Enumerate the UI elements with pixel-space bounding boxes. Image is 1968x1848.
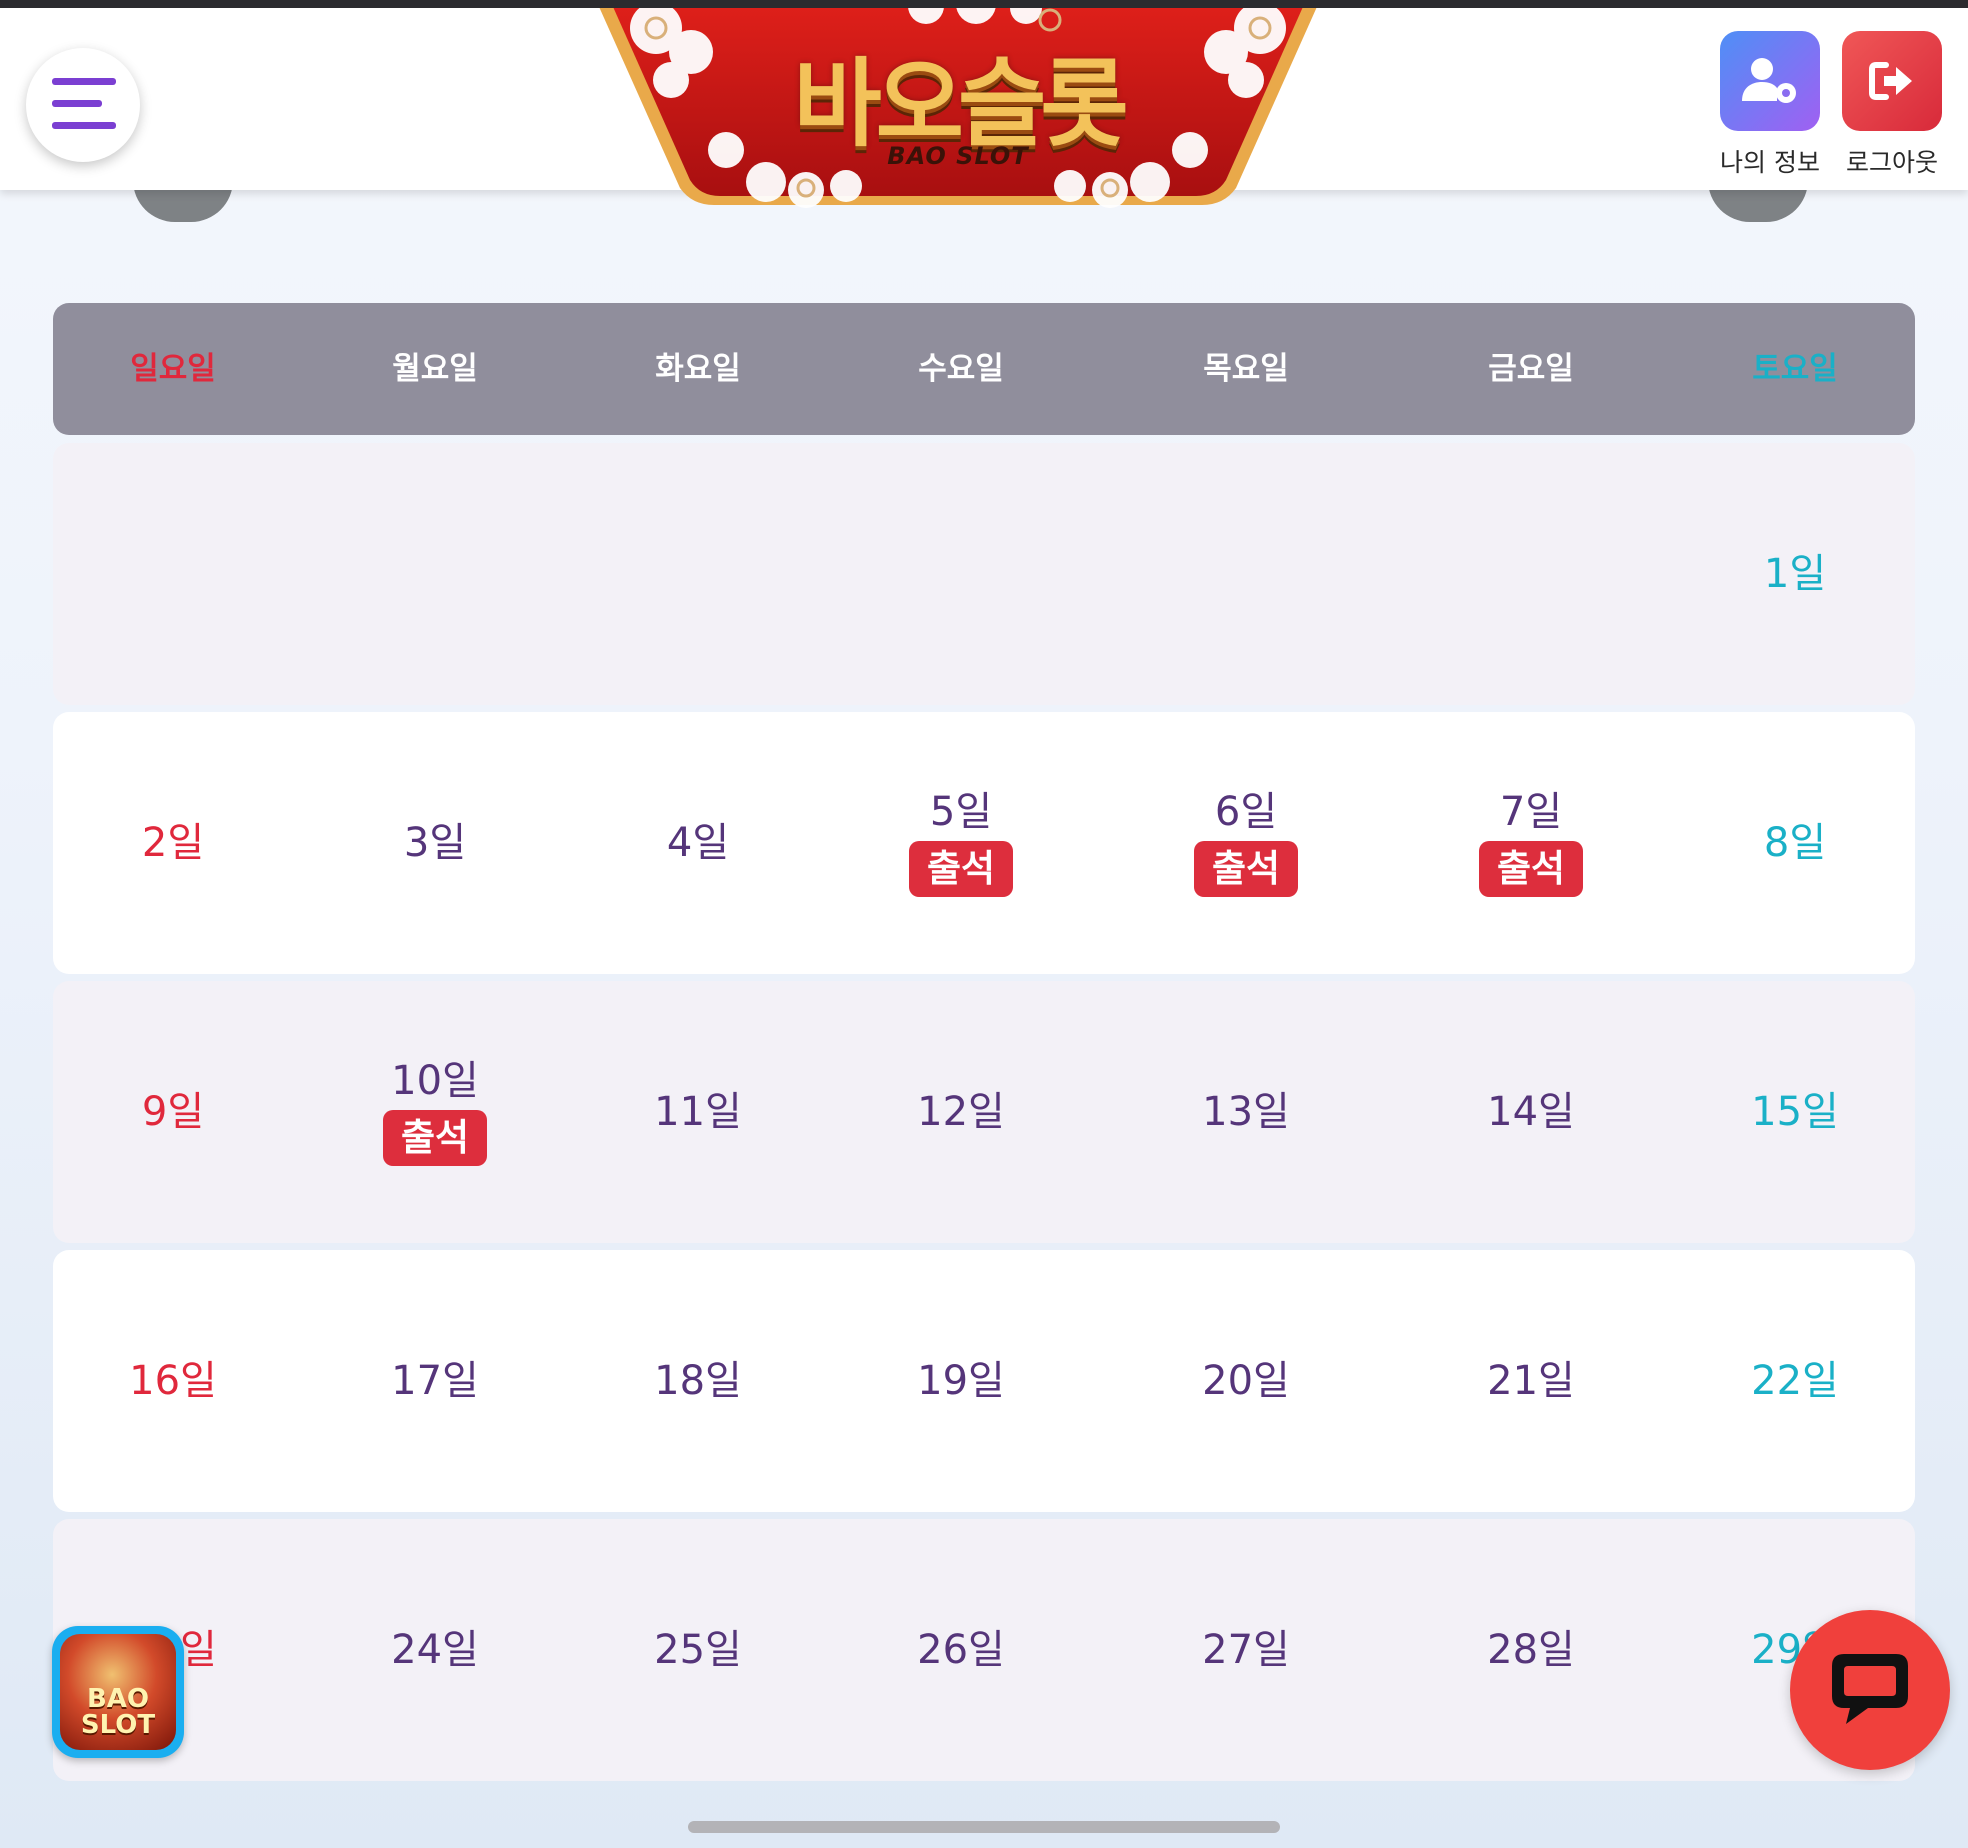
weekday-monday: 월요일 (392, 351, 478, 387)
day-number: 16일 (129, 1358, 217, 1404)
calendar-day-cell[interactable]: 20일 (1146, 1250, 1346, 1512)
calendar-week-row: 16일 17일 18일 19일 20일 21일 22일 (53, 1250, 1915, 1512)
calendar-day-cell[interactable]: 22일 (1695, 1250, 1895, 1512)
status-strip (0, 0, 1968, 8)
calendar-week-row: 2일 3일 4일 5일 출석 6일 출석 7일 출석 8일 (53, 712, 1915, 974)
day-number: 27일 (1202, 1627, 1290, 1673)
site-logo[interactable]: 바오슬롯 BAO SLOT (596, 0, 1320, 210)
attendance-badge: 출석 (1478, 841, 1584, 897)
weekday-thursday: 목요일 (1203, 351, 1289, 387)
day-number: 15일 (1751, 1089, 1839, 1135)
weekday-friday: 금요일 (1488, 351, 1574, 387)
day-number: 6일 (1214, 789, 1278, 835)
chat-bubble-icon (1828, 1648, 1912, 1732)
weekday-saturday: 토요일 (1752, 351, 1838, 387)
day-number: 11일 (654, 1089, 742, 1135)
home-indicator (688, 1821, 1280, 1833)
calendar-day-cell[interactable]: 15일 (1695, 981, 1895, 1243)
calendar-week-row: 1일 (53, 443, 1915, 705)
menu-button[interactable] (26, 48, 140, 162)
logout-icon (1842, 31, 1942, 131)
day-number: 7일 (1499, 789, 1563, 835)
calendar-day-cell[interactable]: 21일 (1431, 1250, 1631, 1512)
calendar-weekday-header: 일요일 월요일 화요일 수요일 목요일 금요일 토요일 (53, 303, 1915, 435)
user-settings-icon (1720, 31, 1820, 131)
calendar-day-cell[interactable]: 2일 (73, 712, 273, 974)
chat-button[interactable] (1790, 1610, 1950, 1770)
calendar-day-cell[interactable]: 7일출석 (1431, 712, 1631, 974)
calendar-day-cell[interactable]: 18일 (598, 1250, 798, 1512)
calendar-day-cell[interactable]: 8일 (1695, 712, 1895, 974)
logo-subtitle: BAO SLOT (887, 142, 1029, 170)
day-number: 10일 (391, 1058, 479, 1104)
day-number: 1일 (1763, 551, 1827, 597)
calendar-day-cell[interactable]: 6일출석 (1146, 712, 1346, 974)
calendar-day-cell[interactable]: 24일 (335, 1519, 535, 1781)
day-number: 12일 (917, 1089, 1005, 1135)
weekday-sunday: 일요일 (130, 351, 216, 387)
calendar-day-cell[interactable]: 3일 (335, 712, 535, 974)
calendar-day-cell[interactable]: 12일 (861, 981, 1061, 1243)
calendar-week-row: 9일 10일출석 11일 12일 13일 14일 15일 (53, 981, 1915, 1243)
day-number: 19일 (917, 1358, 1005, 1404)
day-number: 14일 (1487, 1089, 1575, 1135)
logout-label: 로그아웃 (1845, 148, 1938, 177)
attendance-badge: 출석 (1193, 841, 1299, 897)
calendar-day-cell[interactable]: 11일 (598, 981, 798, 1243)
calendar-day-cell[interactable]: 14일 (1431, 981, 1631, 1243)
day-number: 24일 (391, 1627, 479, 1673)
day-number: 18일 (654, 1358, 742, 1404)
my-info-label: 나의 정보 (1720, 148, 1820, 177)
calendar-day-cell[interactable]: 26일 (861, 1519, 1061, 1781)
day-number: 4일 (666, 820, 730, 866)
day-number: 25일 (654, 1627, 742, 1673)
day-number: 17일 (391, 1358, 479, 1404)
calendar-day-cell[interactable]: 27일 (1146, 1519, 1346, 1781)
calendar-day-cell[interactable]: 10일출석 (335, 981, 535, 1243)
weekday-tuesday: 화요일 (655, 351, 741, 387)
calendar-day-cell[interactable]: 25일 (598, 1519, 798, 1781)
day-number: 8일 (1763, 820, 1827, 866)
app-shortcut-button[interactable]: BAO SLOT (52, 1626, 184, 1758)
calendar-day-cell[interactable]: 9일 (73, 981, 273, 1243)
weekday-wednesday: 수요일 (918, 351, 1004, 387)
day-number: 2일 (141, 820, 205, 866)
day-number: 20일 (1202, 1358, 1290, 1404)
day-number: 13일 (1202, 1089, 1290, 1135)
calendar-week-row: 23일24일25일26일27일28일29일 (53, 1519, 1915, 1781)
calendar-day-cell[interactable]: 16일 (73, 1250, 273, 1512)
day-number: 22일 (1751, 1358, 1839, 1404)
calendar-day-cell[interactable]: 13일 (1146, 981, 1346, 1243)
day-number: 9일 (141, 1089, 205, 1135)
calendar-day-cell[interactable]: 1일 (1695, 443, 1895, 705)
calendar-day-cell[interactable]: 5일출석 (861, 712, 1061, 974)
calendar-day-cell[interactable]: 4일 (598, 712, 798, 974)
calendar-day-cell[interactable]: 28일 (1431, 1519, 1631, 1781)
calendar-day-cell[interactable]: 17일 (335, 1250, 535, 1512)
attendance-badge: 출석 (908, 841, 1014, 897)
app-icon-text: BAO SLOT (80, 1684, 156, 1740)
bao-slot-app-icon: BAO SLOT (60, 1634, 176, 1750)
day-number: 3일 (403, 820, 467, 866)
attendance-badge: 출석 (382, 1110, 488, 1166)
logout-button[interactable]: 로그아웃 (1842, 31, 1942, 179)
day-number: 26일 (917, 1627, 1005, 1673)
my-info-button[interactable]: 나의 정보 (1720, 31, 1820, 179)
day-number: 28일 (1487, 1627, 1575, 1673)
calendar-day-cell[interactable]: 19일 (861, 1250, 1061, 1512)
day-number: 21일 (1487, 1358, 1575, 1404)
day-number: 5일 (929, 789, 993, 835)
